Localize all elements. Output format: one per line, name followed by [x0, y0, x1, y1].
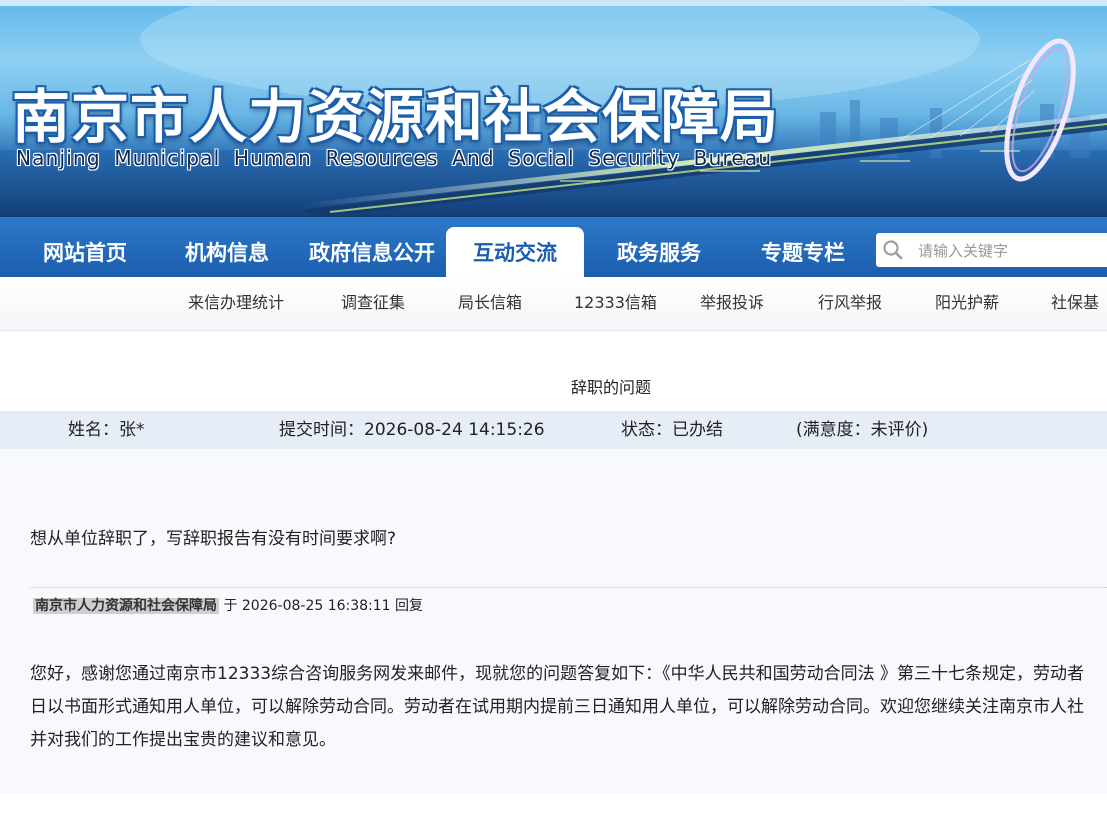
reply-time: 于 2026-08-25 16:38:11 回复 [219, 598, 424, 614]
header-banner: 南京市人力资源和社会保障局 Nanjing Municipal Human Re… [0, 0, 1107, 217]
search-icon[interactable] [882, 239, 904, 261]
subnav-social-security-fund[interactable]: 社保基 [1051, 277, 1099, 330]
nav-home[interactable]: 网站首页 [20, 217, 150, 277]
letter-info-bar: 姓名：张* 提交时间：2026-08-24 14:15:26 状态：已办结 (满… [0, 411, 1107, 449]
nav-gov-info[interactable]: 政府信息公开 [298, 217, 446, 277]
answer-line: 您好，感谢您通过南京市12333综合咨询服务网发来邮件，现就您的问题答复如下：《… [30, 664, 1084, 684]
site-title-english: Nanjing Municipal Human Resources And So… [16, 146, 773, 170]
sender-name: 姓名：张* [68, 420, 145, 440]
subnav-complaints[interactable]: 举报投诉 [700, 277, 764, 330]
satisfaction-rating: (满意度：未评价) [796, 420, 929, 440]
search-box [876, 233, 1107, 267]
subnav-director-mailbox[interactable]: 局长信箱 [458, 277, 522, 330]
status-badge: 状态：已办结 [621, 420, 723, 440]
answer-line: 并对我们的工作提出宝贵的建议和意见。 [30, 730, 336, 750]
site-title: 南京市人力资源和社会保障局 [12, 83, 780, 151]
divider [30, 587, 1107, 588]
nav-services[interactable]: 政务服务 [594, 217, 724, 277]
subnav-conduct-report[interactable]: 行风举报 [818, 277, 882, 330]
reply-organization: 南京市人力资源和社会保障局 [33, 598, 219, 614]
question-text: 想从单位辞职了，写辞职报告有没有时间要求啊? [30, 529, 397, 549]
letter-title: 辞职的问题 [570, 378, 651, 397]
search-input[interactable] [916, 237, 1107, 265]
nav-interaction[interactable]: 互动交流 [446, 227, 584, 277]
subnav-survey[interactable]: 调查征集 [341, 277, 405, 330]
nav-organization[interactable]: 机构信息 [162, 217, 292, 277]
nav-topics[interactable]: 专题专栏 [738, 217, 868, 277]
subnav-wage-protection[interactable]: 阳光护薪 [935, 277, 999, 330]
submit-time: 提交时间：2026-08-24 14:15:26 [279, 420, 545, 440]
answer-text: 您好，感谢您通过南京市12333综合咨询服务网发来邮件，现就您的问题答复如下：《… [30, 658, 1107, 757]
reply-meta: 南京市人力资源和社会保障局 于 2026-08-25 16:38:11 回复 [33, 595, 423, 617]
answer-line: 日以书面形式通知用人单位，可以解除劳动合同。劳动者在试用期内提前三日通知用人单位… [30, 697, 1084, 717]
subnav-letter-stats[interactable]: 来信办理统计 [188, 277, 284, 330]
subnav-12333-mailbox[interactable]: 12333信箱 [574, 277, 657, 330]
sub-nav: 来信办理统计 调查征集 局长信箱 12333信箱 举报投诉 行风举报 阳光护薪 … [0, 277, 1107, 331]
